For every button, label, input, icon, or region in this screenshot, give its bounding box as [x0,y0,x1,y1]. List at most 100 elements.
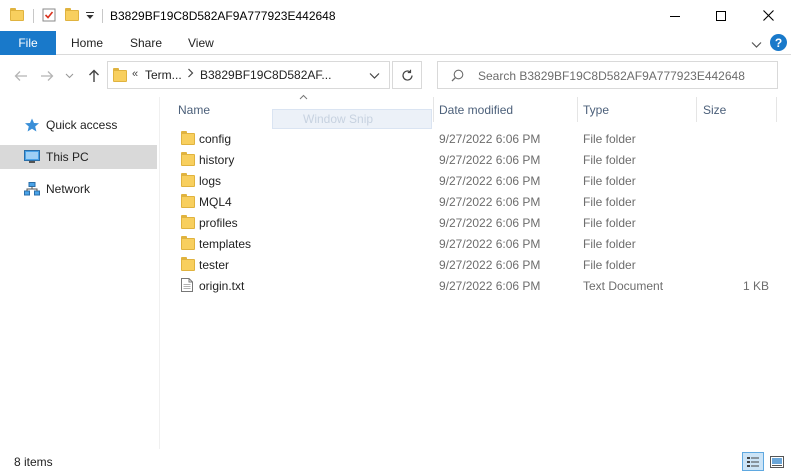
tab-file[interactable]: File [0,31,56,55]
column-header-name[interactable]: Name [178,103,210,117]
column-divider[interactable] [577,97,578,122]
close-button[interactable] [745,0,791,31]
item-count: 8 items [14,455,53,469]
customize-toolbar-dropdown-icon[interactable] [85,10,95,20]
file-name: MQL4 [199,195,232,209]
window-title: B3829BF19C8D582AF9A777923E442648 [110,9,336,23]
folder-icon [10,8,24,21]
forward-button[interactable] [38,67,56,85]
file-row[interactable]: origin.txt 9/27/2022 6:06 PM Text Document… [174,275,777,296]
breadcrumb-separator-icon[interactable] [187,67,194,81]
breadcrumb-current-folder[interactable]: B3829BF19C8D582AF... [200,68,331,82]
recent-locations-button[interactable] [63,67,75,85]
breadcrumb-terminal[interactable]: Term... [145,68,182,82]
search-icon [451,69,464,85]
tab-view[interactable]: View [188,31,214,55]
address-bar[interactable]: « Term... B3829BF19C8D582AF... [107,61,390,89]
back-button[interactable] [12,67,30,85]
network-icon [24,182,40,196]
details-view-icon [747,456,759,467]
file-row[interactable]: templates 9/27/2022 6:06 PM File folder [174,233,777,254]
maximize-icon [716,10,726,21]
star-icon [24,118,40,132]
large-icons-view-button[interactable] [766,452,788,471]
tab-share[interactable]: Share [130,31,162,55]
back-arrow-icon [14,71,27,81]
file-date-modified: 9/27/2022 6:06 PM [439,258,541,272]
search-input[interactable]: Search B3829BF19C8D582AF9A777923E442648 [478,69,745,83]
folder-icon [181,173,195,187]
nav-item-this-pc[interactable]: This PC [0,145,157,169]
file-name: profiles [199,216,238,230]
text-file-icon [181,278,195,292]
nav-item-label: This PC [46,150,89,164]
file-row[interactable]: profiles 9/27/2022 6:06 PM File folder [174,212,777,233]
file-date-modified: 9/27/2022 6:06 PM [439,174,541,188]
new-folder-icon[interactable] [65,8,79,21]
column-divider[interactable] [696,97,697,122]
file-name: tester [199,258,230,272]
file-name: origin.txt [199,279,245,293]
minimize-button[interactable] [652,0,698,31]
file-type: File folder [583,237,636,251]
folder-icon [181,194,195,208]
file-type: Text Document [583,279,664,293]
file-row[interactable]: MQL4 9/27/2022 6:06 PM File folder [174,191,777,212]
ribbon-tabs: File Home Share View ? [0,31,791,55]
file-date-modified: 9/27/2022 6:06 PM [439,195,541,209]
file-type: File folder [583,216,636,230]
file-date-modified: 9/27/2022 6:06 PM [439,279,541,293]
nav-item-network[interactable]: Network [0,177,157,201]
help-button[interactable]: ? [770,34,787,51]
folder-icon [181,236,195,250]
file-row[interactable]: history 9/27/2022 6:06 PM File folder [174,149,777,170]
search-box[interactable]: Search B3829BF19C8D582AF9A777923E442648 [437,61,778,89]
file-row[interactable]: tester 9/27/2022 6:06 PM File folder [174,254,777,275]
refresh-button[interactable] [392,61,422,89]
file-date-modified: 9/27/2022 6:06 PM [439,216,541,230]
file-size: 1 KB [742,279,769,293]
nav-item-label: Network [46,182,91,196]
file-name: history [199,153,235,167]
file-date-modified: 9/27/2022 6:06 PM [439,153,541,167]
close-icon [762,10,774,21]
minimize-icon [670,15,680,17]
tab-home[interactable]: Home [71,31,103,55]
overflow-chevron[interactable]: « [132,68,138,80]
folder-icon [181,131,195,145]
forward-arrow-icon [41,71,54,81]
file-name: templates [199,237,252,251]
file-row[interactable]: logs 9/27/2022 6:06 PM File folder [174,170,777,191]
refresh-icon [401,69,413,81]
column-header-size[interactable]: Size [703,103,726,117]
status-bar: 8 items [0,449,791,474]
title-bar: B3829BF19C8D582AF9A777923E442648 [0,0,791,31]
details-view-button[interactable] [742,452,764,471]
chevron-down-icon [65,73,73,79]
nav-item-label: Quick access [46,118,118,132]
maximize-button[interactable] [698,0,744,31]
column-divider[interactable] [776,97,777,122]
large-icons-view-icon [770,455,784,468]
column-divider[interactable] [433,97,434,122]
column-header-type[interactable]: Type [583,103,609,117]
file-name: config [199,132,232,146]
file-date-modified: 9/27/2022 6:06 PM [439,237,541,251]
address-history-chevron-icon[interactable] [369,69,380,83]
file-type: File folder [583,174,636,188]
column-header-date-modified[interactable]: Date modified [439,103,513,117]
file-name: logs [199,174,222,188]
folder-icon [113,68,127,82]
navigation-pane: Quick access This PC Network [0,97,160,449]
up-button[interactable] [85,67,103,85]
nav-item-quick-access[interactable]: Quick access [0,113,157,137]
file-date-modified: 9/27/2022 6:06 PM [439,132,541,146]
divider [33,9,34,23]
divider [102,9,103,23]
computer-icon [24,150,40,164]
file-list: Name Date modified Type Size Window Snip… [160,94,791,449]
sort-up-icon [299,92,308,102]
expand-ribbon-chevron-icon[interactable] [751,38,762,52]
file-row[interactable]: config 9/27/2022 6:06 PM File folder [174,128,777,149]
properties-checkmark-icon[interactable] [42,8,56,22]
